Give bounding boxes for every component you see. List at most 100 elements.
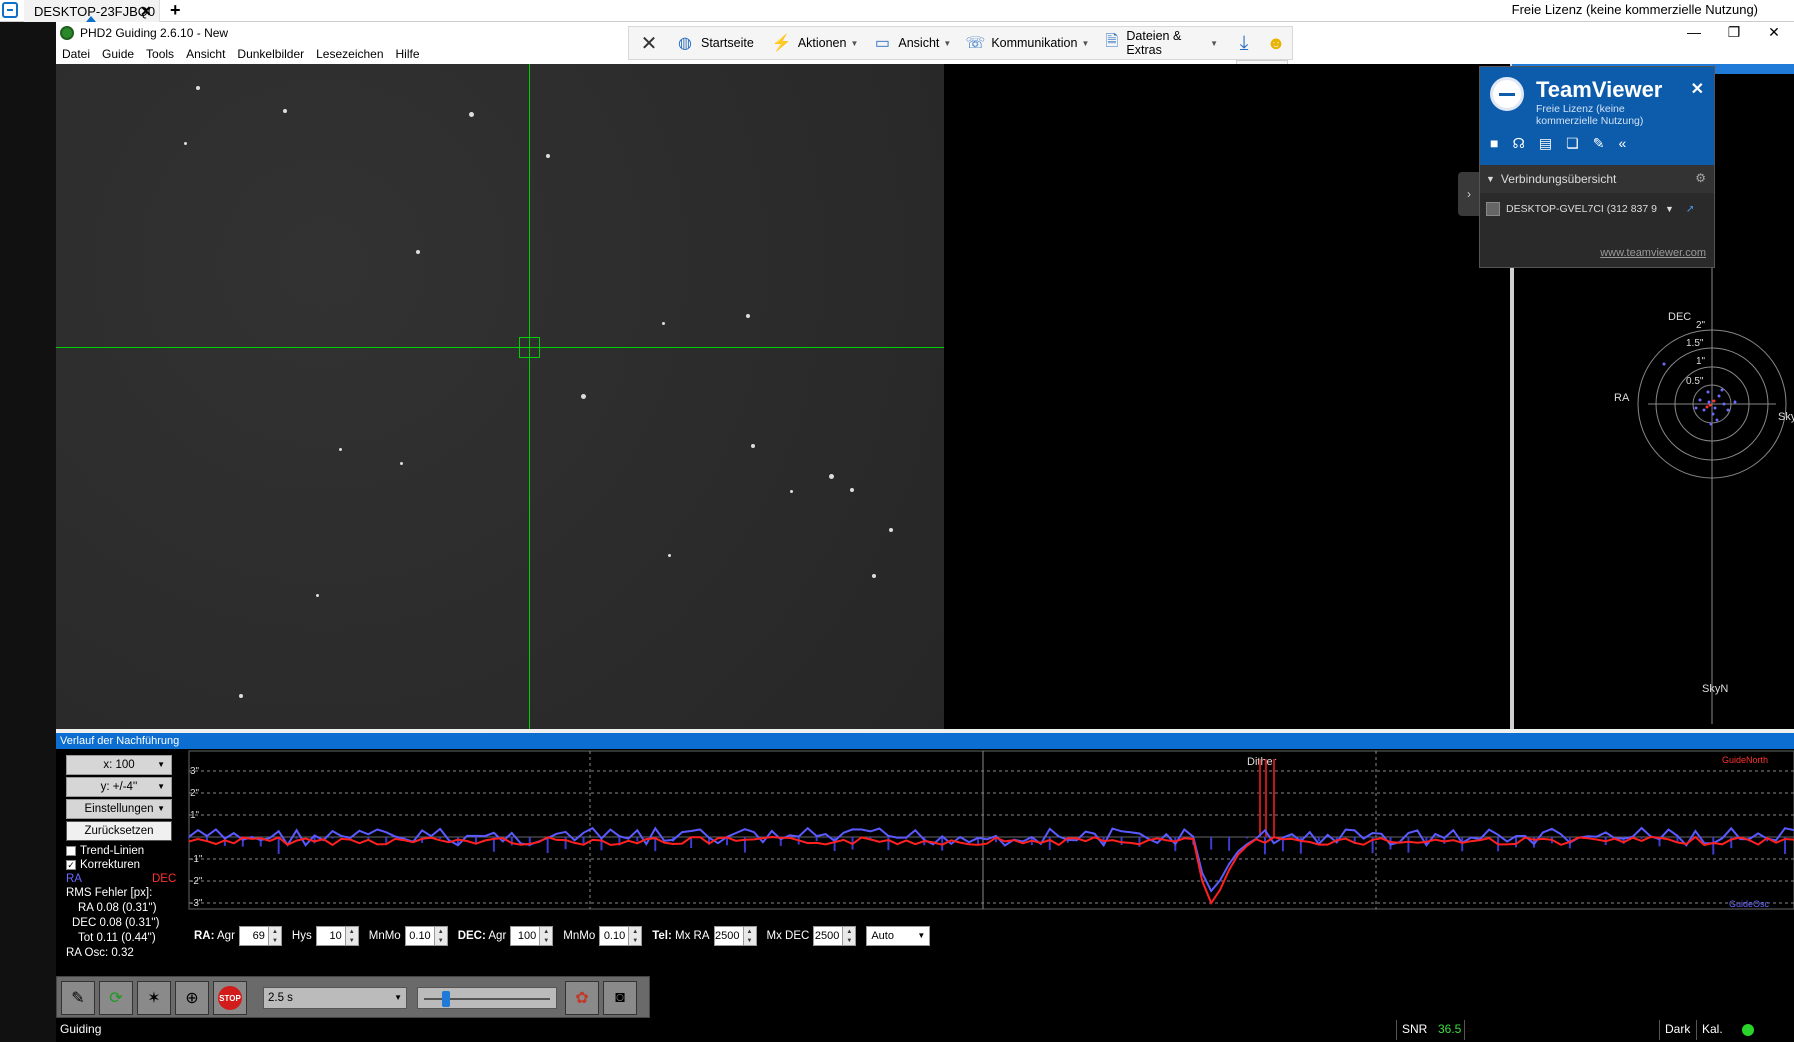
corrections-checkbox[interactable]: ✓ Korrekturen xyxy=(66,859,140,871)
gamma-thumb[interactable] xyxy=(442,991,450,1007)
menu-datei[interactable]: Datei xyxy=(62,47,90,61)
rms-tot: Tot 0.11 (0.44'') xyxy=(78,932,156,944)
target-skyn-label: SkyN xyxy=(1702,683,1728,695)
files-button[interactable]: 🗎 Dateien & Extras ▼ xyxy=(1103,27,1218,59)
tel-params-label: Tel: Mx RA xyxy=(652,930,710,942)
dec-mode-select[interactable]: Auto ▼ xyxy=(866,926,931,946)
communication-button[interactable]: ☏ Kommunikation ▼ xyxy=(965,27,1089,59)
stepper-arrows[interactable]: ▲ ▼ xyxy=(743,926,757,946)
home-button[interactable]: ◍ Startseite xyxy=(675,27,754,59)
teamviewer-logo-icon[interactable] xyxy=(2,2,18,18)
brain-icon: ✿ xyxy=(575,990,589,1007)
minimize-icon[interactable]: — xyxy=(1674,22,1714,44)
window-title: PHD2 Guiding 2.6.10 - New xyxy=(80,26,229,40)
ra-mnmo-value[interactable]: 0.10 xyxy=(404,926,435,946)
ring-label: 1" xyxy=(1696,356,1706,367)
reset-button[interactable]: Zurücksetzen xyxy=(66,821,172,841)
stepper-arrows[interactable]: ▲ ▼ xyxy=(345,926,359,946)
auto-select-star-button[interactable]: ✶ xyxy=(137,981,171,1015)
menu-guide[interactable]: Guide xyxy=(102,47,134,61)
loop-button[interactable]: ⟳ xyxy=(99,981,133,1015)
gear-icon[interactable]: ⚙ xyxy=(1695,171,1706,185)
view-button[interactable]: ▭ Ansicht ▼ xyxy=(872,27,951,59)
add-tab-icon[interactable]: + xyxy=(170,0,181,21)
video-icon[interactable]: ■ xyxy=(1490,135,1498,152)
settings-label: Einstellungen xyxy=(84,803,154,815)
menu-hilfe[interactable]: Hilfe xyxy=(396,47,420,61)
ra-agr-stepper[interactable]: 69 ▲ ▼ xyxy=(238,926,282,946)
chat-icon[interactable]: ▤ xyxy=(1539,135,1552,152)
headset-icon[interactable]: ☊ xyxy=(1512,135,1524,152)
mx-ra-stepper[interactable]: 2500 ▲ ▼ xyxy=(713,926,757,946)
guide-graph[interactable]: 3" 2" 1" -1" -2" -3" Dither GuideNorth G… xyxy=(184,749,1794,919)
stepper-arrows[interactable]: ▲ ▼ xyxy=(434,926,448,946)
dec-agr-value[interactable]: 100 xyxy=(510,926,541,946)
connection-overview-header[interactable]: ▼ Verbindungsübersicht ⚙ xyxy=(1480,165,1714,193)
close-window-icon[interactable]: ✕ xyxy=(1754,22,1794,44)
dec-legend: DEC xyxy=(152,873,177,885)
mx-dec-value[interactable]: 2500 xyxy=(813,926,844,946)
collapse-icon[interactable]: « xyxy=(1618,135,1626,152)
connect-equipment-button[interactable]: ✎ xyxy=(61,981,95,1015)
guide-graph-svg: 3" 2" 1" -1" -2" -3" Dither GuideNorth G… xyxy=(188,750,1794,910)
dec-agr-stepper[interactable]: 100 ▲ ▼ xyxy=(510,926,554,946)
copy-icon[interactable]: ❏ xyxy=(1566,135,1579,152)
gamma-slider[interactable] xyxy=(417,987,557,1009)
x-scale-button[interactable]: x: 100 ▼ xyxy=(66,755,172,775)
download-button[interactable]: ⤓ xyxy=(1234,27,1260,59)
pointer-icon[interactable]: ➚ xyxy=(1686,203,1695,215)
x-scale-label: x: 100 xyxy=(103,759,135,771)
camera-image[interactable] xyxy=(56,64,944,729)
stepper-arrows[interactable]: ▲ ▼ xyxy=(629,926,643,946)
settings-button[interactable]: Einstellungen ▼ xyxy=(66,799,172,819)
guide-params: RA: Agr 69 ▲ ▼ Hys 10 ▲ ▼ MnMo 0.10 ▲ ▼ DEC: A… xyxy=(184,919,1794,953)
chevron-down-icon: ▼ xyxy=(1081,38,1090,48)
mx-dec-stepper[interactable]: 2500 ▲ ▼ xyxy=(813,926,857,946)
ra-agr-value[interactable]: 69 xyxy=(238,926,269,946)
menu-dunkelbilder[interactable]: Dunkelbilder xyxy=(237,47,304,61)
chevron-down-icon[interactable]: ▼ xyxy=(1665,204,1674,214)
stepper-arrows[interactable]: ▲ ▼ xyxy=(843,926,857,946)
brain-button[interactable]: ✿ xyxy=(565,981,599,1015)
menu-tools[interactable]: Tools xyxy=(146,47,174,61)
dec-mnmo-value[interactable]: 0.10 xyxy=(599,926,630,946)
graph-panel-title: Verlauf der Nachführung xyxy=(56,733,1794,749)
mx-ra-value[interactable]: 2500 xyxy=(713,926,744,946)
dec-mnmo-stepper[interactable]: 0.10 ▲ ▼ xyxy=(599,926,643,946)
star xyxy=(872,574,876,578)
y-scale-button[interactable]: y: +/-4'' ▼ xyxy=(66,777,172,797)
checkbox-box[interactable]: ✓ xyxy=(66,860,76,870)
disconnect-button[interactable]: ✕ xyxy=(639,27,665,59)
teamviewer-url-link[interactable]: www.teamviewer.com xyxy=(1600,247,1706,259)
actions-button[interactable]: ⚡ Aktionen ▼ xyxy=(772,27,859,59)
feedback-button[interactable]: ☻ xyxy=(1266,27,1292,59)
exposure-value: 2.5 s xyxy=(268,992,293,1004)
exposure-select[interactable]: 2.5 s ▼ xyxy=(263,987,407,1009)
pen-icon[interactable]: ✎ xyxy=(1593,135,1605,152)
menu-lesezeichen[interactable]: Lesezeichen xyxy=(316,47,383,61)
camera-settings-button[interactable]: ◙ xyxy=(603,981,637,1015)
status-separator xyxy=(1659,1020,1660,1040)
ring-label: 2" xyxy=(1696,320,1706,331)
download-icon: ⤓ xyxy=(1239,31,1249,54)
trend-lines-checkbox[interactable]: Trend-Linien xyxy=(66,845,144,857)
ra-hys-stepper[interactable]: 10 ▲ ▼ xyxy=(315,926,359,946)
star xyxy=(400,462,403,465)
guide-osc-label: GuideOsc xyxy=(1729,899,1770,909)
stepper-arrows[interactable]: ▲ ▼ xyxy=(540,926,554,946)
restore-icon[interactable]: ❐ xyxy=(1714,22,1754,44)
close-icon: ✕ xyxy=(640,32,658,55)
stepper-arrows[interactable]: ▲ ▼ xyxy=(268,926,282,946)
stop-button[interactable]: STOP xyxy=(213,981,247,1015)
close-icon[interactable]: ✕ xyxy=(1691,79,1704,99)
close-tab-icon[interactable]: ✕ xyxy=(140,3,152,20)
ra-hys-value[interactable]: 10 xyxy=(315,926,346,946)
connected-device[interactable]: DESKTOP-GVEL7CI (312 837 9 ▼ ➚ xyxy=(1480,193,1714,225)
guide-button[interactable]: ⊕ xyxy=(175,981,209,1015)
ra-mnmo-stepper[interactable]: 0.10 ▲ ▼ xyxy=(404,926,448,946)
checkbox-box[interactable] xyxy=(66,846,76,856)
star xyxy=(416,250,420,254)
menu-ansicht[interactable]: Ansicht xyxy=(186,47,225,61)
teamviewer-panel-expand-icon[interactable]: › xyxy=(1458,172,1480,216)
guide-star-box[interactable] xyxy=(519,337,540,358)
